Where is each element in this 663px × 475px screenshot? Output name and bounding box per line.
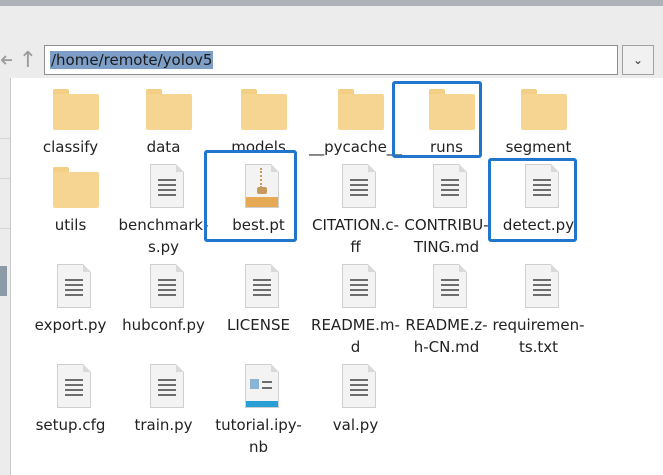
text-file-icon <box>144 264 184 308</box>
file-item[interactable]: models <box>211 86 306 158</box>
text-file-icon <box>336 164 376 208</box>
folder-icon <box>51 164 99 208</box>
file-item[interactable]: README.m-d <box>308 264 403 358</box>
file-label: README.m-d <box>311 316 400 356</box>
file-item[interactable]: __pycache__ <box>308 86 403 158</box>
file-label: __pycache__ <box>309 138 402 156</box>
file-label: train.py <box>134 416 193 434</box>
folder-icon <box>144 86 192 130</box>
file-label: hubconf.py <box>122 316 205 334</box>
file-label: segment <box>505 138 572 156</box>
file-item[interactable]: train.py <box>116 364 211 436</box>
file-label: README.z-h-CN.md <box>405 316 488 356</box>
side-divider <box>0 178 10 179</box>
highlight-box <box>488 158 577 242</box>
notebook-file-icon <box>239 364 279 408</box>
file-item[interactable]: utils <box>23 164 118 236</box>
file-label: requiremen-ts.txt <box>492 316 585 356</box>
side-divider <box>0 228 10 229</box>
text-file-icon <box>51 364 91 408</box>
text-file-icon <box>427 264 467 308</box>
file-item[interactable]: README.z-h-CN.md <box>399 264 494 358</box>
file-item[interactable]: classify <box>23 86 118 158</box>
back-arrow-icon[interactable]: ← <box>0 46 12 76</box>
text-file-icon <box>239 264 279 308</box>
folder-icon <box>51 86 99 130</box>
text-file-icon <box>144 164 184 208</box>
highlight-box <box>392 81 482 158</box>
file-label: LICENSE <box>227 316 290 334</box>
folder-icon <box>519 86 567 130</box>
up-arrow-icon[interactable]: ↑ <box>14 46 42 76</box>
highlight-box <box>204 150 297 242</box>
text-file-icon <box>519 264 559 308</box>
address-bar[interactable]: /home/remote/yolov5 <box>44 45 618 75</box>
file-item[interactable]: segment <box>491 86 586 158</box>
file-label: benchmark-s.py <box>118 216 209 256</box>
file-label: val.py <box>332 416 379 434</box>
file-item[interactable]: data <box>116 86 211 158</box>
file-label: export.py <box>34 316 107 334</box>
file-item[interactable]: export.py <box>23 264 118 336</box>
text-file-icon <box>144 364 184 408</box>
file-item[interactable]: setup.cfg <box>23 364 118 436</box>
folder-icon <box>336 86 384 130</box>
text-file-icon <box>336 364 376 408</box>
file-grid: classify data models __pycache__ runs segment… <box>10 78 663 475</box>
file-item[interactable]: tutorial.ipy-nb <box>211 364 306 458</box>
chevron-down-icon[interactable]: ⌄ <box>622 45 654 75</box>
file-item[interactable]: benchmark-s.py <box>116 164 211 258</box>
file-label: data <box>146 138 181 156</box>
file-label: CONTRIBU-TING.md <box>404 216 489 256</box>
file-label: CITATION.c-ff <box>311 216 400 256</box>
toolbar: ← ↑ /home/remote/yolov5 ⌄ <box>0 6 663 78</box>
file-item[interactable]: requiremen-ts.txt <box>491 264 586 358</box>
side-divider <box>0 138 10 139</box>
text-file-icon <box>336 264 376 308</box>
file-item[interactable]: hubconf.py <box>116 264 211 336</box>
file-item[interactable]: LICENSE <box>211 264 306 336</box>
text-file-icon <box>427 164 467 208</box>
side-panel-scrollbar[interactable] <box>0 266 7 296</box>
file-item[interactable]: CONTRIBU-TING.md <box>399 164 494 258</box>
address-path[interactable]: /home/remote/yolov5 <box>50 51 214 69</box>
text-file-icon <box>51 264 91 308</box>
file-item[interactable]: val.py <box>308 364 403 436</box>
file-label: setup.cfg <box>35 416 106 434</box>
file-label: tutorial.ipy-nb <box>215 416 302 456</box>
folder-icon <box>239 86 287 130</box>
file-item[interactable]: CITATION.c-ff <box>308 164 403 258</box>
file-label: classify <box>42 138 99 156</box>
file-label: utils <box>54 216 87 234</box>
